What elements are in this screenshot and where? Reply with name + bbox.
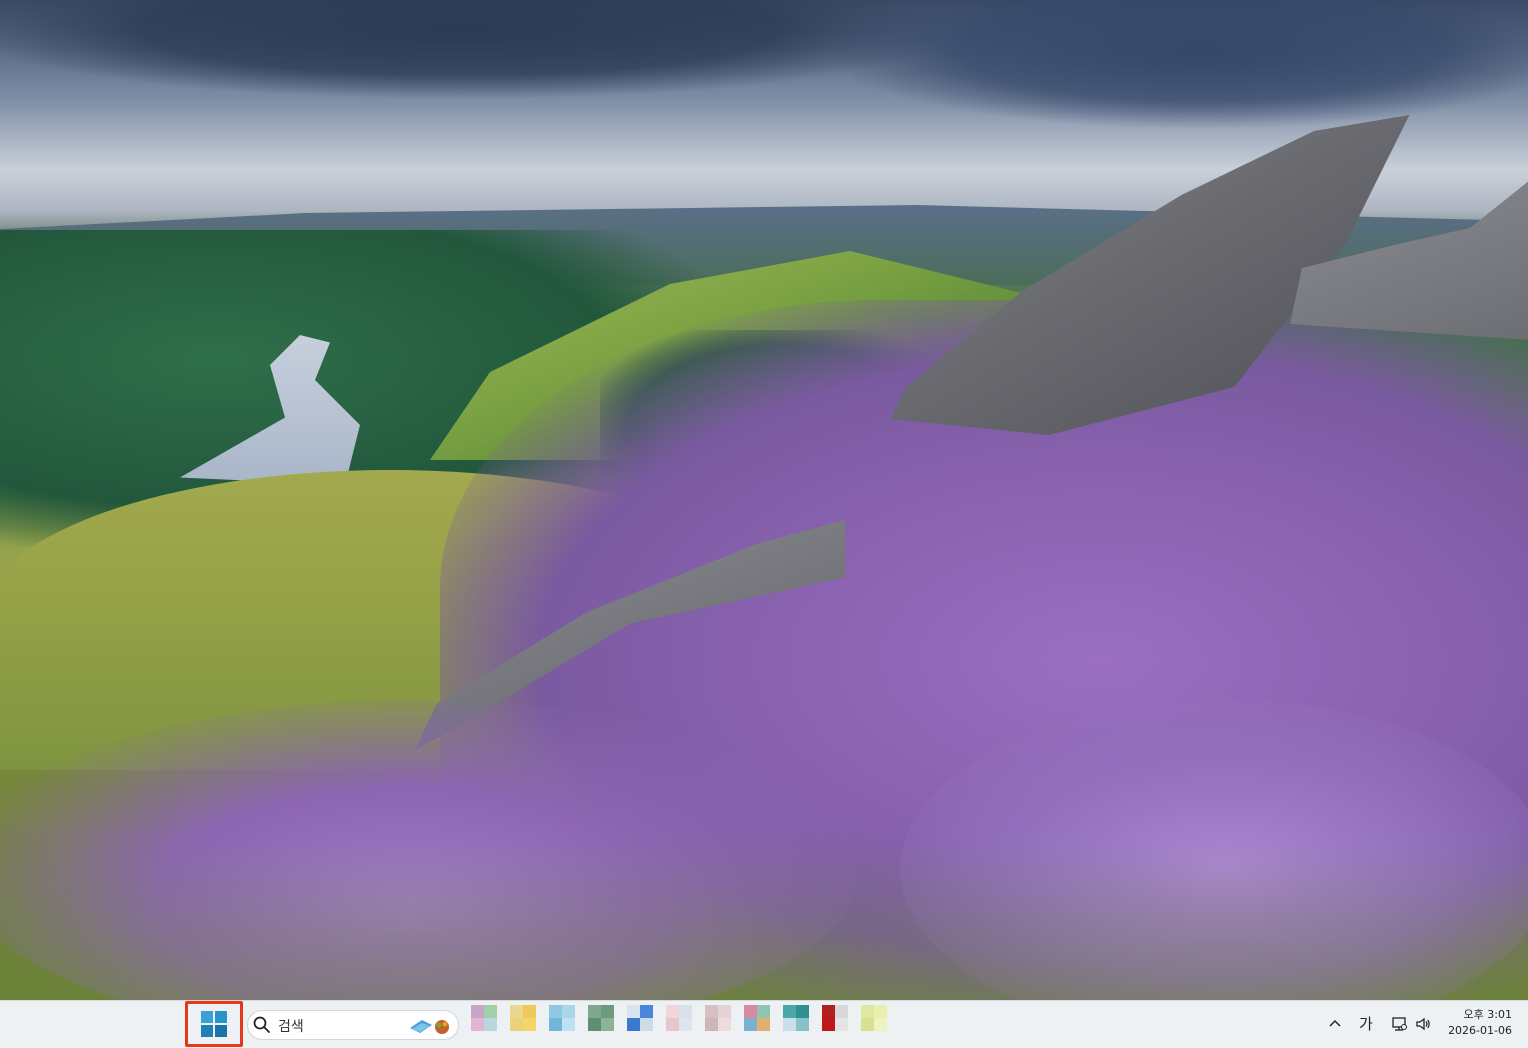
system-clock[interactable]: 오후 3:01 2026-01-06 xyxy=(1440,1007,1512,1039)
desktop-wallpaper xyxy=(0,0,1528,1000)
clock-date: 2026-01-06 xyxy=(1448,1024,1512,1037)
search-box[interactable]: 검색 xyxy=(247,1010,459,1040)
start-button[interactable] xyxy=(185,1001,243,1047)
taskbar-app-icon[interactable] xyxy=(744,1005,770,1031)
volume-icon[interactable] xyxy=(1414,1015,1432,1033)
taskbar: 검색 가 오후 3:01 2026-01-06 xyxy=(0,1000,1528,1048)
taskbar-app-icon[interactable] xyxy=(783,1005,809,1031)
wallpaper-clouds xyxy=(820,0,1528,130)
search-highlight-icon xyxy=(410,1020,449,1034)
taskbar-app-icon[interactable] xyxy=(705,1005,731,1031)
taskbar-app-icon[interactable] xyxy=(588,1005,614,1031)
ime-indicator[interactable]: 가 xyxy=(1359,1013,1373,1034)
network-icon[interactable] xyxy=(1390,1015,1408,1033)
taskbar-app-icon[interactable] xyxy=(510,1005,536,1031)
wallpaper-clouds xyxy=(0,0,960,100)
chevron-up-icon[interactable] xyxy=(1326,1015,1344,1033)
taskbar-app-icon[interactable] xyxy=(627,1005,653,1031)
taskbar-app-icon[interactable] xyxy=(822,1005,848,1031)
taskbar-app-icon[interactable] xyxy=(471,1005,497,1031)
taskbar-app-icon[interactable] xyxy=(666,1005,692,1031)
search-icon xyxy=(253,1016,270,1033)
taskbar-app-icon[interactable] xyxy=(549,1005,575,1031)
windows-logo-icon xyxy=(201,1011,227,1037)
search-placeholder: 검색 xyxy=(278,1019,304,1035)
wallpaper-grass xyxy=(0,840,1528,1000)
clock-time: 오후 3:01 xyxy=(1463,1008,1512,1021)
taskbar-app-icon[interactable] xyxy=(861,1005,887,1031)
